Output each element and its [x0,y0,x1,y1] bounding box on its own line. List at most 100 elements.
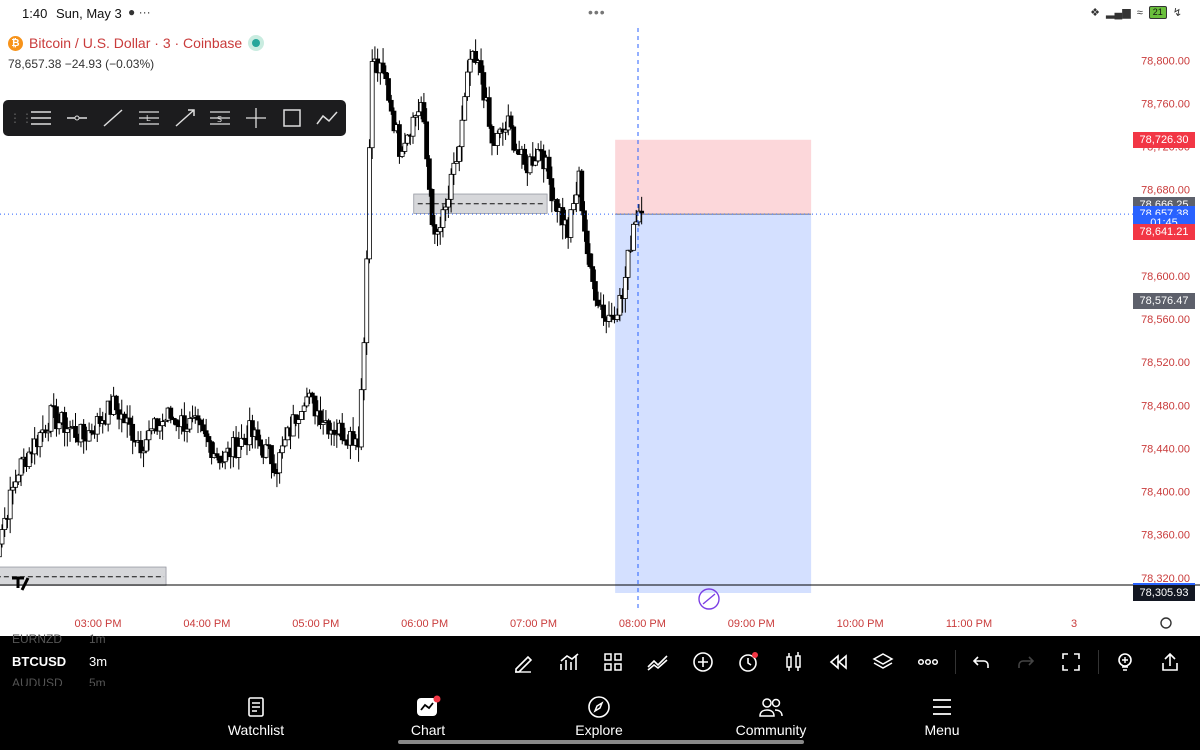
idea-icon[interactable] [1112,649,1138,675]
candle[interactable] [383,72,389,80]
candle[interactable] [13,481,19,488]
undo-icon[interactable] [968,649,994,675]
candle[interactable] [130,423,136,441]
candle[interactable] [37,432,43,448]
candle[interactable] [258,439,263,447]
symbol-title[interactable]: Bitcoin / U.S. Dollar · 3 · Coinbase [29,35,242,51]
symbol-current[interactable]: BTCUSD [12,654,66,669]
candle[interactable] [462,96,468,121]
candle[interactable] [631,223,636,251]
candle[interactable] [304,396,310,407]
candle[interactable] [451,162,457,175]
candle[interactable] [369,61,375,149]
draw-icon[interactable] [510,649,536,675]
candle[interactable] [459,119,465,148]
candle[interactable] [271,463,277,474]
candle[interactable] [279,445,285,454]
timezone-label[interactable]: 3 [1071,618,1077,630]
candle[interactable] [486,97,492,127]
horizontal-lines-icon[interactable] [23,100,59,136]
replay-icon[interactable] [825,649,851,675]
layers-icon[interactable] [870,649,896,675]
candle[interactable] [639,210,645,214]
candle[interactable] [18,458,24,476]
candle[interactable] [410,116,416,137]
candle[interactable] [277,452,283,474]
candle[interactable] [573,194,579,204]
candle[interactable] [481,72,487,101]
candle[interactable] [113,395,119,411]
candle[interactable] [301,405,307,412]
candle[interactable] [592,281,598,301]
long-position-stop-area[interactable] [615,139,812,215]
candle[interactable] [494,133,500,146]
candle[interactable] [579,170,585,212]
candle[interactable] [448,173,454,200]
candle[interactable] [282,439,288,447]
trend-line-icon[interactable] [95,100,131,136]
candle[interactable] [26,451,32,467]
more-icon[interactable] [915,649,941,675]
candle[interactable] [299,411,304,420]
candle[interactable] [380,62,386,73]
candle[interactable] [339,422,345,441]
candle[interactable] [429,189,435,225]
candle[interactable] [437,227,443,233]
candle[interactable] [367,147,372,260]
candle[interactable] [546,156,552,179]
candle[interactable] [386,78,391,101]
path-icon[interactable] [310,100,346,136]
candle[interactable] [361,342,367,391]
candle[interactable] [7,489,13,520]
candle[interactable] [478,60,484,73]
nav-chart[interactable]: Chart [368,694,488,738]
candle[interactable] [2,517,8,530]
alert-icon[interactable] [735,649,761,675]
candle[interactable] [622,276,628,299]
candle[interactable] [222,451,228,463]
candle[interactable] [584,230,590,255]
candle[interactable] [160,421,166,427]
symbol-switcher[interactable]: EURNZD 1m BTCUSD 3m AUDUSD 5m [12,632,122,690]
fullscreen-icon[interactable] [1058,649,1084,675]
horizontal-line-icon[interactable] [59,100,95,136]
compare-icon[interactable] [645,649,671,675]
candle[interactable] [203,430,209,437]
candle[interactable] [571,203,577,211]
rectangle-icon[interactable] [274,100,310,136]
candle[interactable] [424,121,430,160]
candle[interactable] [296,419,302,424]
candle[interactable] [508,115,514,128]
candle[interactable] [157,425,163,432]
candle[interactable] [15,474,21,483]
candle[interactable] [269,445,274,465]
candle[interactable] [0,543,2,558]
interval-current[interactable]: 3m [89,654,107,669]
candle[interactable] [421,102,427,123]
candle[interactable] [187,418,193,430]
candle[interactable] [81,423,87,440]
candle[interactable] [511,126,517,151]
toolbar-drag-handle-icon[interactable]: ⋮⋮ [9,111,33,125]
candle[interactable] [388,99,394,112]
crosshair-icon[interactable] [238,100,274,136]
candle[interactable] [127,417,133,425]
candle[interactable] [168,407,174,419]
nav-menu[interactable]: Menu [882,694,1002,738]
add-icon[interactable] [690,649,716,675]
candle[interactable] [56,422,62,430]
parallel-channel-icon[interactable]: L [131,100,167,136]
candle[interactable] [533,160,538,166]
candle[interactable] [467,58,473,73]
candle[interactable] [173,419,179,426]
candle[interactable] [73,426,78,438]
arrow-line-icon[interactable] [167,100,203,136]
nav-explore[interactable]: Explore [539,694,659,738]
candle[interactable] [206,436,212,443]
candle[interactable] [10,486,16,491]
candle[interactable] [625,249,631,278]
candle[interactable] [426,158,432,190]
long-position-target-area[interactable] [615,214,812,593]
chart-type-icon[interactable] [781,649,807,675]
candle[interactable] [0,529,5,545]
